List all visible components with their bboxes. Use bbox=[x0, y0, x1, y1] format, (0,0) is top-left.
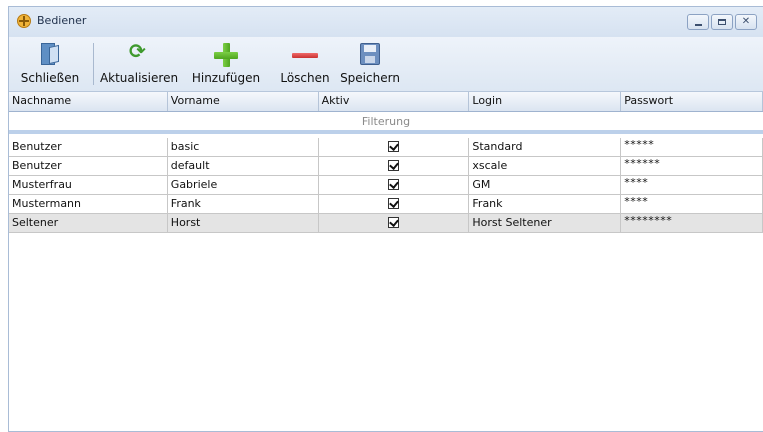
toolbar-separator bbox=[93, 43, 94, 85]
window-controls: ✕ bbox=[687, 14, 757, 30]
column-header-aktiv[interactable]: Aktiv bbox=[319, 92, 470, 111]
column-header-login[interactable]: Login bbox=[469, 92, 622, 111]
minus-icon bbox=[292, 43, 318, 67]
cell-login[interactable]: xscale bbox=[469, 157, 622, 175]
plus-icon bbox=[214, 43, 238, 67]
maximize-button[interactable] bbox=[711, 14, 733, 30]
cell-passwort[interactable]: **** bbox=[621, 176, 763, 194]
cell-passwort[interactable]: ******** bbox=[621, 214, 763, 232]
cell-vorname[interactable]: Gabriele bbox=[168, 176, 319, 194]
cell-passwort[interactable]: ***** bbox=[621, 138, 763, 156]
toolbar: Schließen ⟳ Aktualisieren Hinzufügen Lös… bbox=[9, 37, 763, 92]
cell-login[interactable]: GM bbox=[469, 176, 622, 194]
title-bar: Bediener ✕ bbox=[9, 7, 763, 37]
cell-vorname[interactable]: Frank bbox=[168, 195, 319, 213]
door-icon bbox=[41, 43, 59, 65]
minimize-button[interactable] bbox=[687, 14, 709, 30]
refresh-button-label: Aktualisieren bbox=[99, 71, 179, 85]
add-button-label: Hinzufügen bbox=[191, 71, 261, 85]
refresh-button[interactable]: ⟳ Aktualisieren bbox=[97, 41, 181, 87]
cell-aktiv[interactable] bbox=[319, 176, 470, 194]
column-header-vorname[interactable]: Vorname bbox=[168, 92, 319, 111]
cell-nachname[interactable]: Benutzer bbox=[9, 157, 168, 175]
cell-nachname[interactable]: Benutzer bbox=[9, 138, 168, 156]
active-checkbox[interactable] bbox=[387, 159, 399, 171]
grid-header: Nachname Vorname Aktiv Login Passwort bbox=[9, 92, 763, 112]
cell-vorname[interactable]: default bbox=[168, 157, 319, 175]
cell-login[interactable]: Horst Seltener bbox=[469, 214, 622, 232]
add-button[interactable]: Hinzufügen bbox=[187, 41, 265, 87]
active-checkbox[interactable] bbox=[387, 197, 399, 209]
active-checkbox[interactable] bbox=[387, 140, 399, 152]
table-row-selected[interactable]: Seltener Horst Horst Seltener ******** bbox=[9, 214, 763, 233]
close-window-button[interactable]: ✕ bbox=[735, 14, 757, 30]
cell-nachname[interactable]: Musterfrau bbox=[9, 176, 168, 194]
active-checkbox[interactable] bbox=[387, 178, 399, 190]
filter-row[interactable]: Filterung bbox=[9, 112, 763, 134]
cell-passwort[interactable]: ****** bbox=[621, 157, 763, 175]
operator-grid: Nachname Vorname Aktiv Login Passwort Fi… bbox=[9, 92, 763, 431]
cell-login[interactable]: Standard bbox=[469, 138, 622, 156]
close-button-label: Schließen bbox=[20, 71, 80, 85]
delete-button[interactable]: Löschen bbox=[273, 41, 337, 87]
app-icon bbox=[17, 14, 31, 28]
window-title: Bediener bbox=[37, 14, 87, 27]
column-header-nachname[interactable]: Nachname bbox=[9, 92, 168, 111]
cell-nachname[interactable]: Seltener bbox=[9, 214, 168, 232]
save-button-label: Speichern bbox=[340, 71, 400, 85]
active-checkbox[interactable] bbox=[387, 216, 399, 228]
save-icon bbox=[360, 43, 380, 65]
grid-rows: Benutzer basic Standard ***** Benutzer d… bbox=[9, 138, 763, 233]
operator-window: Bediener ✕ Schließen ⟳ Aktualisieren Hin… bbox=[8, 6, 763, 432]
delete-button-label: Löschen bbox=[280, 71, 330, 85]
cell-login[interactable]: Frank bbox=[469, 195, 622, 213]
cell-nachname[interactable]: Mustermann bbox=[9, 195, 168, 213]
cell-aktiv[interactable] bbox=[319, 214, 470, 232]
cell-aktiv[interactable] bbox=[319, 157, 470, 175]
cell-aktiv[interactable] bbox=[319, 138, 470, 156]
cell-vorname[interactable]: Horst bbox=[168, 214, 319, 232]
column-header-passwort[interactable]: Passwort bbox=[621, 92, 763, 111]
cell-aktiv[interactable] bbox=[319, 195, 470, 213]
save-button[interactable]: Speichern bbox=[335, 41, 405, 87]
table-row[interactable]: Mustermann Frank Frank **** bbox=[9, 195, 763, 214]
refresh-icon: ⟳ bbox=[129, 39, 146, 63]
table-row[interactable]: Musterfrau Gabriele GM **** bbox=[9, 176, 763, 195]
close-button[interactable]: Schließen bbox=[11, 41, 89, 87]
table-row[interactable]: Benutzer basic Standard ***** bbox=[9, 138, 763, 157]
cell-vorname[interactable]: basic bbox=[168, 138, 319, 156]
cell-passwort[interactable]: **** bbox=[621, 195, 763, 213]
table-row[interactable]: Benutzer default xscale ****** bbox=[9, 157, 763, 176]
